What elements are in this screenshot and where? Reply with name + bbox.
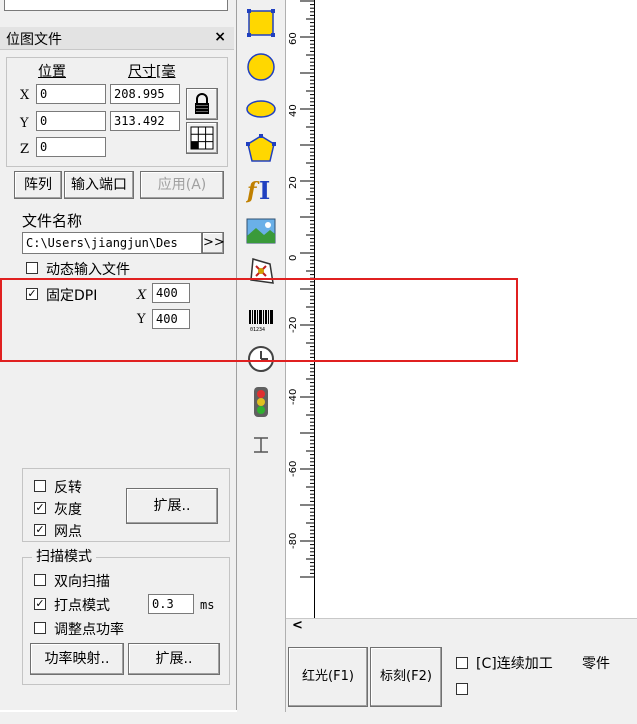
anchor-grid-icon [190,126,214,150]
traffic-light-icon[interactable] [248,386,274,418]
dot-time-unit: ms [200,598,215,612]
ruler-label: 40 [288,104,299,117]
image-extend-button[interactable]: 扩展.. [126,488,218,524]
dot-mode-checkbox[interactable]: ✓ [34,598,46,610]
apply-button[interactable]: 应用(A) [140,171,224,199]
grayscale-checkbox[interactable]: ✓ [34,502,46,514]
ellipse-tool-icon[interactable] [246,94,276,124]
extend-axis-icon[interactable] [248,430,274,460]
second-checkbox[interactable] [456,683,468,695]
dynamic-input-checkbox[interactable] [26,262,38,274]
dither-checkbox[interactable]: ✓ [34,524,46,536]
panel-title: 位图文件 [6,32,62,48]
dot-time-input[interactable]: 0.3 [148,594,194,614]
ruler-label: -60 [288,461,299,477]
file-path-input[interactable]: C:\Users\jiangjun\Des [22,232,202,254]
width-input[interactable]: 208.995 [110,84,180,104]
dot-mode-label: 打点模式 [54,598,110,614]
invert-checkbox[interactable] [34,480,46,492]
highlight-box [0,278,518,362]
red-light-button[interactable]: 红光(F1) [288,647,368,707]
dither-label: 网点 [54,524,82,540]
panel-title-bar: 位图文件 × [0,27,234,50]
x-label: X [20,88,30,103]
text-tool-icon[interactable]: f I [246,174,276,204]
y-label: Y [20,116,29,131]
horizontal-scrollbar[interactable]: < [286,618,637,635]
dynamic-input-label: 动态输入文件 [46,262,130,278]
bidirectional-label: 双向扫描 [54,574,110,590]
ruler-label: -40 [288,389,299,405]
close-icon[interactable]: × [214,29,226,45]
array-button[interactable]: 阵列 [14,171,62,199]
position-header: 位置 [38,64,66,80]
circle-tool-icon[interactable] [246,52,276,82]
x-position-input[interactable]: 0 [36,84,106,104]
file-name-label: 文件名称 [22,212,83,230]
invert-label: 反转 [54,480,82,496]
height-input[interactable]: 313.492 [110,111,180,131]
drawing-toolbar: f I 01234 [237,0,286,724]
scroll-left-arrow[interactable]: < [292,618,303,633]
lock-icon [195,93,209,114]
ruler-label: 60 [288,32,299,45]
scan-mode-title: 扫描模式 [32,546,96,566]
parts-label: 零件 [582,656,610,672]
status-bar [0,712,637,724]
bitmap-tool-icon[interactable] [246,216,276,246]
input-port-button[interactable]: 输入端口 [64,171,134,199]
mark-button[interactable]: 标刻(F2) [370,647,442,707]
scan-extend-button[interactable]: 扩展.. [128,643,220,675]
y-position-input[interactable]: 0 [36,111,106,131]
z-position-input[interactable]: 0 [36,137,106,157]
grayscale-label: 灰度 [54,502,82,518]
adjust-power-label: 调整点功率 [54,622,124,638]
z-label: Z [20,142,30,157]
ruler-label: 0 [288,255,299,261]
browse-button[interactable]: >> [202,232,225,254]
ruler-label: -80 [288,533,299,549]
size-header: 尺寸[毫 [128,64,176,80]
power-map-button[interactable]: 功率映射.. [30,643,124,675]
continuous-checkbox[interactable] [456,657,468,669]
bottom-control-bar: 红光(F1) 标刻(F2) [C]连续加工 零件 [286,635,637,715]
top-strip [4,0,228,11]
lock-button[interactable] [186,88,218,120]
bidirectional-checkbox[interactable] [34,574,46,586]
ruler-label: 20 [288,176,299,189]
continuous-label: [C]连续加工 [476,656,553,672]
anchor-grid-button[interactable] [186,122,218,154]
polygon-tool-icon[interactable] [246,134,276,164]
svg-text:f: f [246,178,260,204]
svg-text:I: I [259,176,270,204]
adjust-power-checkbox[interactable] [34,622,46,634]
rectangle-tool-icon[interactable] [246,8,276,38]
